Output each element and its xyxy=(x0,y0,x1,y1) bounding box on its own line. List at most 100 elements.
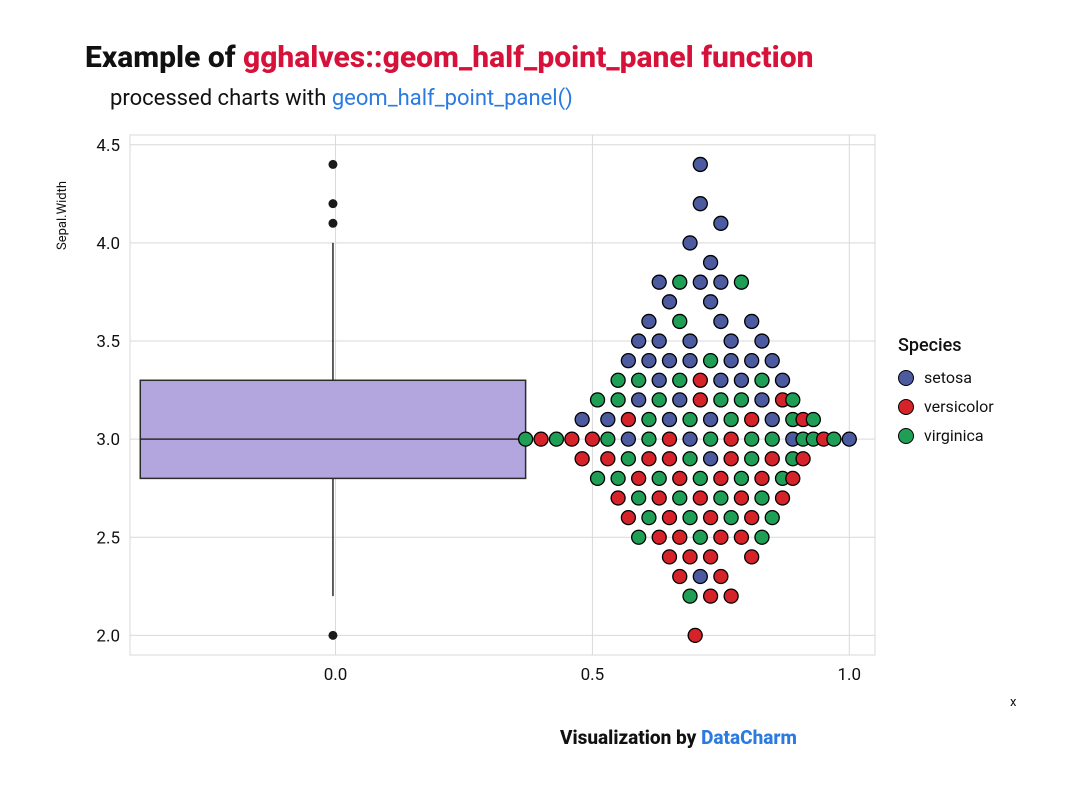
data-point xyxy=(673,314,687,328)
box-outlier xyxy=(328,160,337,169)
data-point xyxy=(693,471,707,485)
data-point xyxy=(621,413,635,427)
data-point xyxy=(745,452,759,466)
data-point xyxy=(704,452,718,466)
data-point xyxy=(632,530,646,544)
y-tick-label: 2.0 xyxy=(96,626,120,646)
data-point xyxy=(621,354,635,368)
data-point xyxy=(693,373,707,387)
data-point xyxy=(704,589,718,603)
data-point xyxy=(662,452,676,466)
data-point xyxy=(714,314,728,328)
y-tick-label: 3.0 xyxy=(96,430,120,450)
data-point xyxy=(632,471,646,485)
y-axis-label: Sepal.Width xyxy=(55,181,70,250)
data-point xyxy=(765,452,779,466)
data-point xyxy=(642,511,656,525)
data-point xyxy=(683,511,697,525)
data-point xyxy=(632,373,646,387)
data-point xyxy=(662,432,676,446)
data-point xyxy=(652,334,666,348)
data-point xyxy=(714,216,728,230)
data-point xyxy=(704,295,718,309)
title-highlight: gghalves::geom_half_point_panel function xyxy=(243,40,814,75)
data-point xyxy=(693,157,707,171)
data-point xyxy=(704,511,718,525)
data-point xyxy=(745,432,759,446)
data-point xyxy=(662,413,676,427)
data-point xyxy=(642,452,656,466)
data-point xyxy=(776,373,790,387)
data-point xyxy=(683,334,697,348)
data-point xyxy=(714,471,728,485)
data-point xyxy=(632,334,646,348)
data-point xyxy=(601,413,615,427)
data-point xyxy=(673,373,687,387)
data-point xyxy=(621,511,635,525)
data-point xyxy=(745,354,759,368)
data-point xyxy=(585,432,599,446)
data-point xyxy=(673,530,687,544)
data-point xyxy=(662,354,676,368)
data-point xyxy=(683,432,697,446)
data-point xyxy=(842,432,856,446)
caption-highlight: DataCharm xyxy=(701,726,797,749)
data-point xyxy=(549,432,563,446)
data-point xyxy=(673,275,687,289)
data-point xyxy=(662,511,676,525)
data-point xyxy=(683,354,697,368)
data-point xyxy=(796,452,810,466)
data-point xyxy=(745,550,759,564)
y-tick-label: 2.5 xyxy=(96,528,120,548)
data-point xyxy=(755,471,769,485)
data-point xyxy=(786,471,800,485)
subtitle-prefix: processed charts with xyxy=(110,86,332,111)
data-point xyxy=(652,471,666,485)
data-point xyxy=(734,471,748,485)
data-point xyxy=(534,432,548,446)
data-point xyxy=(755,334,769,348)
data-point xyxy=(693,393,707,407)
data-point xyxy=(652,373,666,387)
y-tick-label: 4.5 xyxy=(96,136,120,156)
box-iqr xyxy=(140,380,525,478)
data-point xyxy=(724,334,738,348)
y-tick-label: 3.5 xyxy=(96,332,120,352)
data-point xyxy=(683,550,697,564)
data-point xyxy=(693,491,707,505)
data-point xyxy=(724,432,738,446)
data-point xyxy=(621,432,635,446)
data-point xyxy=(652,530,666,544)
x-tick-label: 0.5 xyxy=(581,665,605,685)
data-point xyxy=(575,452,589,466)
y-tick-label: 4.0 xyxy=(96,234,120,254)
data-point xyxy=(688,628,702,642)
data-point xyxy=(601,432,615,446)
data-point xyxy=(683,452,697,466)
data-point xyxy=(642,413,656,427)
chart-subtitle: processed charts with geom_half_point_pa… xyxy=(110,86,573,111)
data-point xyxy=(693,197,707,211)
data-point xyxy=(642,314,656,328)
data-point xyxy=(776,491,790,505)
data-point xyxy=(632,491,646,505)
box-outlier xyxy=(328,631,337,640)
data-point xyxy=(683,413,697,427)
data-point xyxy=(734,530,748,544)
data-point xyxy=(673,570,687,584)
data-point xyxy=(683,589,697,603)
data-point xyxy=(724,354,738,368)
title-prefix: Example of xyxy=(85,40,243,75)
data-point xyxy=(724,511,738,525)
data-point xyxy=(652,275,666,289)
data-point xyxy=(755,393,769,407)
data-point xyxy=(724,452,738,466)
data-point xyxy=(693,275,707,289)
caption-prefix: Visualization by xyxy=(560,726,701,749)
data-point xyxy=(745,314,759,328)
data-point xyxy=(704,354,718,368)
data-point xyxy=(755,530,769,544)
data-point xyxy=(734,393,748,407)
data-point xyxy=(611,491,625,505)
data-point xyxy=(565,432,579,446)
